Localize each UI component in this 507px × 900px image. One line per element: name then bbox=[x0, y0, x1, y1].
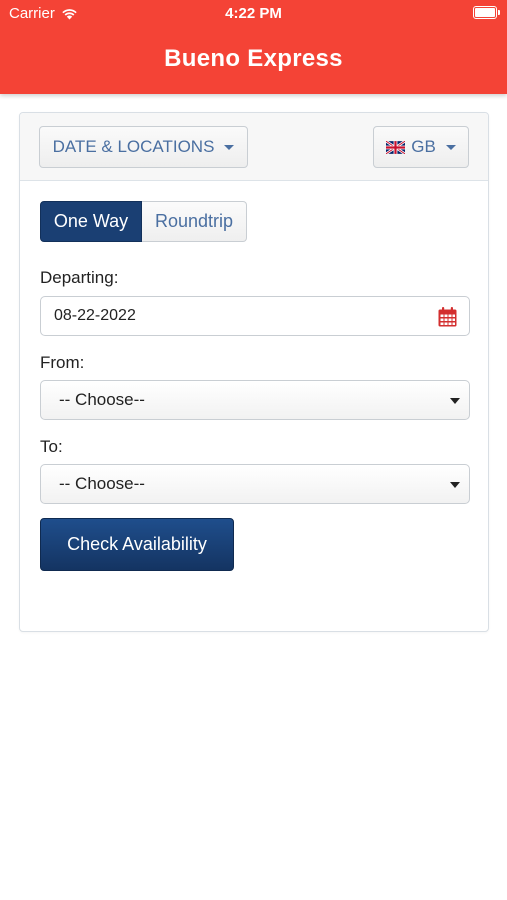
caret-down-icon bbox=[445, 144, 456, 150]
departing-label: Departing: bbox=[40, 268, 119, 287]
app-header: Carrier 4:22 PM Bueno Express bbox=[0, 0, 507, 94]
from-select[interactable]: -- Choose-- bbox=[40, 380, 470, 420]
from-label: From: bbox=[40, 353, 85, 372]
booking-card: DATE & LOCATIONS GB One Way Roundtrip De… bbox=[19, 112, 489, 632]
check-availability-button[interactable]: Check Availability bbox=[40, 518, 234, 571]
one-way-button[interactable]: One Way bbox=[40, 201, 142, 242]
chevron-down-icon bbox=[450, 482, 460, 488]
to-select[interactable]: -- Choose-- bbox=[40, 464, 470, 504]
date-locations-dropdown[interactable]: DATE & LOCATIONS bbox=[39, 126, 248, 168]
departing-date-value: 08-22-2022 bbox=[54, 307, 136, 324]
calendar-icon[interactable] bbox=[438, 307, 457, 327]
to-label: To: bbox=[40, 437, 63, 456]
caret-down-icon bbox=[224, 144, 235, 150]
status-time: 4:22 PM bbox=[225, 5, 282, 22]
card-toolbar: DATE & LOCATIONS GB bbox=[20, 113, 488, 181]
language-dropdown[interactable]: GB bbox=[373, 126, 469, 168]
uk-flag-icon bbox=[386, 140, 406, 154]
to-select-value: -- Choose-- bbox=[59, 474, 145, 493]
page-title: Bueno Express bbox=[164, 45, 343, 72]
language-label: GB bbox=[411, 137, 436, 156]
trip-type-toggle: One Way Roundtrip bbox=[40, 201, 247, 242]
battery-icon bbox=[473, 6, 500, 19]
chevron-down-icon bbox=[450, 398, 460, 404]
roundtrip-button[interactable]: Roundtrip bbox=[142, 201, 247, 242]
departing-date-field[interactable]: 08-22-2022 bbox=[40, 296, 470, 336]
date-locations-label: DATE & LOCATIONS bbox=[52, 137, 215, 156]
from-select-value: -- Choose-- bbox=[59, 390, 145, 409]
